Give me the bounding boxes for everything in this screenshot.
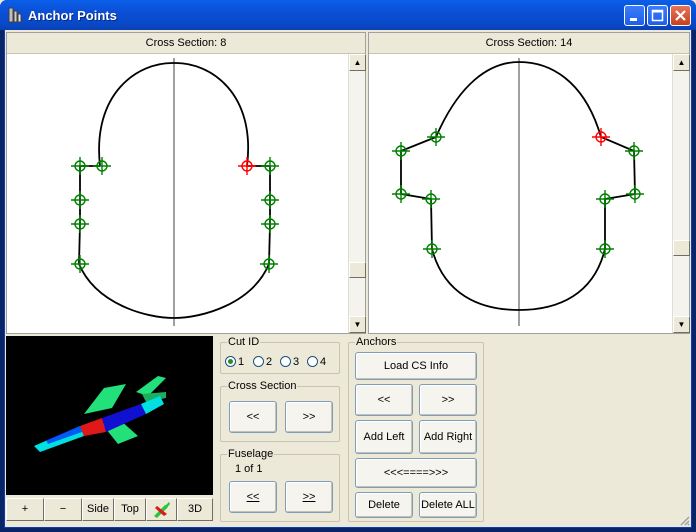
anchor-point[interactable] <box>93 157 111 175</box>
client-area: Cross Section: 8 ▲ ▼ Cross Section: 14 ▲… <box>4 30 692 528</box>
fit-view-button[interactable] <box>146 498 177 521</box>
anchor-point[interactable] <box>626 185 644 203</box>
anchor-point[interactable] <box>422 190 440 208</box>
maximize-icon <box>651 9 664 22</box>
top-view-button[interactable]: Top <box>114 498 146 521</box>
scroll-thumb[interactable] <box>349 262 366 278</box>
anchor-point[interactable] <box>392 185 410 203</box>
scroll-up-button[interactable]: ▲ <box>349 54 366 71</box>
anchor-point[interactable] <box>596 240 614 258</box>
selected-anchor-point[interactable] <box>238 157 256 175</box>
anchor-point[interactable] <box>261 157 279 175</box>
scroll-down-button[interactable]: ▼ <box>349 316 366 333</box>
radio-dot <box>253 356 264 367</box>
cross-section-curve <box>400 61 636 311</box>
group-legend: Anchors <box>355 336 398 348</box>
fuselage-count: 1 of 1 <box>235 463 263 475</box>
group-legend: Fuselage <box>227 448 275 460</box>
radio-dot <box>225 356 236 367</box>
cross-section-pane-left: Cross Section: 8 ▲ ▼ <box>6 32 366 334</box>
pane-title: Cross Section: 14 <box>369 33 689 54</box>
minimize-button[interactable] <box>624 5 645 26</box>
fuselage-prev-button[interactable]: << <box>229 481 277 513</box>
anchor-point[interactable] <box>596 190 614 208</box>
anchor-point[interactable] <box>260 255 278 273</box>
cross-section-pane-right: Cross Section: 14 ▲ ▼ <box>368 32 690 334</box>
three-d-viewport[interactable] <box>6 336 213 495</box>
add-left-button[interactable]: Add Left <box>355 420 413 454</box>
app-window: Anchor Points Cross Section: 8 ▲ ▼ Cross… <box>0 0 696 532</box>
group-legend: Cross Section <box>227 380 298 392</box>
delete-anchor-button[interactable]: Delete <box>355 492 413 518</box>
pane-title: Cross Section: 8 <box>7 33 365 54</box>
radio-dot <box>307 356 318 367</box>
load-cs-info-button[interactable]: Load CS Info <box>355 352 477 380</box>
selected-anchor-point[interactable] <box>592 128 610 146</box>
zoom-out-button[interactable]: − <box>44 498 82 521</box>
anchor-prev-button[interactable]: << <box>355 384 413 416</box>
scroll-up-button[interactable]: ▲ <box>673 54 690 71</box>
anchor-group[interactable] <box>71 157 279 273</box>
group-legend: Cut ID <box>227 336 261 348</box>
aircraft-icon <box>153 502 170 518</box>
cut-id-radio-4[interactable]: 4 <box>307 355 326 369</box>
anchor-point[interactable] <box>625 142 643 160</box>
spread-anchors-button[interactable]: <<<====>>> <box>355 458 477 488</box>
anchor-point[interactable] <box>427 128 445 146</box>
anchor-point[interactable] <box>261 191 279 209</box>
vertical-scrollbar[interactable]: ▲ ▼ <box>348 54 366 333</box>
cut-id-radio-3[interactable]: 3 <box>280 355 299 369</box>
anchor-point[interactable] <box>71 215 89 233</box>
cross-section-canvas-left[interactable] <box>7 54 348 333</box>
cut-id-radio-1[interactable]: 1 <box>225 355 244 369</box>
anchor-group[interactable] <box>392 128 644 258</box>
close-button[interactable] <box>670 5 691 26</box>
close-icon <box>675 10 686 21</box>
anchor-point[interactable] <box>71 191 89 209</box>
anchor-point[interactable] <box>423 240 441 258</box>
anchors-group: Anchors Load CS Info << >> Add Left Add … <box>348 336 484 522</box>
window-title: Anchor Points <box>28 8 117 23</box>
scroll-down-button[interactable]: ▼ <box>673 316 690 333</box>
cut-id-radio-2[interactable]: 2 <box>253 355 272 369</box>
cross-section-group: Cross Section << >> <box>220 380 340 442</box>
aircraft-model <box>34 376 166 452</box>
cross-section-prev-button[interactable]: << <box>229 401 277 433</box>
minimize-icon <box>630 18 637 21</box>
resize-grip-icon[interactable] <box>678 514 690 526</box>
cross-section-canvas-right[interactable] <box>369 54 672 333</box>
maximize-button[interactable] <box>647 5 668 26</box>
app-icon <box>8 7 22 23</box>
vertical-scrollbar[interactable]: ▲ ▼ <box>672 54 690 333</box>
scroll-thumb[interactable] <box>673 240 690 256</box>
three-d-view-button[interactable]: 3D <box>177 498 213 521</box>
add-right-button[interactable]: Add Right <box>419 420 477 454</box>
fuselage-group: Fuselage 1 of 1 << >> <box>220 448 340 522</box>
zoom-in-button[interactable]: + <box>6 498 44 521</box>
anchor-point[interactable] <box>261 215 279 233</box>
anchor-point[interactable] <box>71 157 89 175</box>
anchor-next-button[interactable]: >> <box>419 384 477 416</box>
cross-section-next-button[interactable]: >> <box>285 401 333 433</box>
radio-dot <box>280 356 291 367</box>
anchor-point[interactable] <box>392 142 410 160</box>
delete-all-anchors-button[interactable]: Delete ALL <box>419 492 477 518</box>
cut-id-group: Cut ID 1 2 3 4 <box>220 336 340 374</box>
side-view-button[interactable]: Side <box>82 498 114 521</box>
title-bar[interactable]: Anchor Points <box>0 0 696 30</box>
anchor-point[interactable] <box>71 255 89 273</box>
fuselage-next-button[interactable]: >> <box>285 481 333 513</box>
